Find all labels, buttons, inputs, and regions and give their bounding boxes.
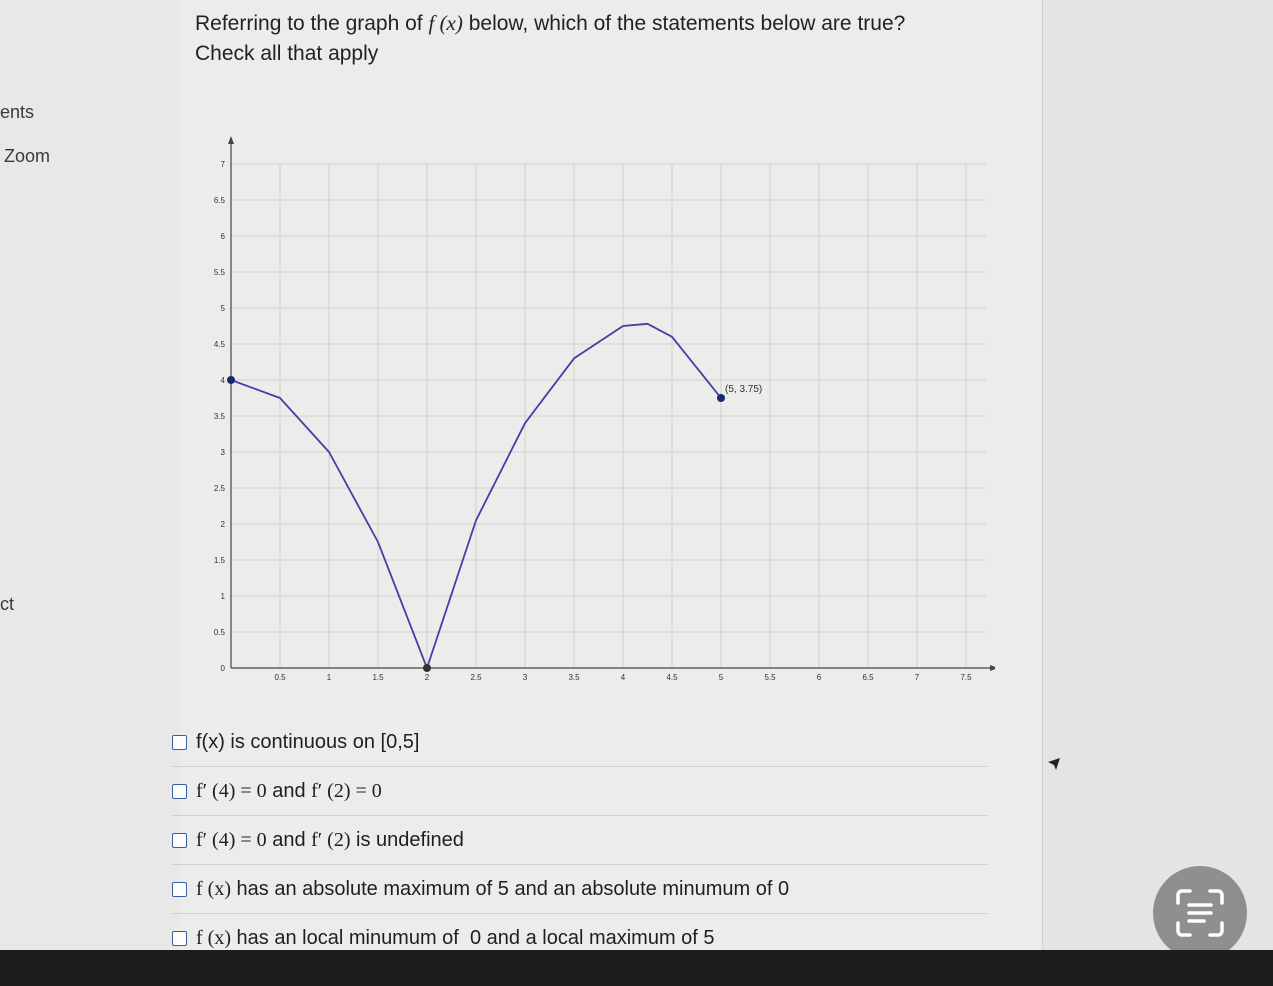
x-tick-label: 5 (719, 673, 724, 682)
fx-symbol: f (x) (428, 11, 463, 35)
option-continuous[interactable]: f(x) is continuous on [0,5] (172, 718, 987, 767)
x-tick-label: 6.5 (862, 673, 874, 682)
data-point (227, 376, 235, 384)
y-tick-label: 1.5 (214, 556, 226, 565)
option-absolute-extrema[interactable]: f (x) has an absolute maximum of 5 and a… (172, 865, 987, 914)
y-tick-label: 5 (221, 304, 226, 313)
y-tick-label: 0 (221, 664, 226, 673)
x-tick-label: 3.5 (568, 673, 580, 682)
question-text: Referring to the graph of f (x) below, w… (195, 8, 905, 69)
y-tick-label: 3 (221, 448, 226, 457)
x-tick-label: 3 (523, 673, 528, 682)
x-tick-label: 1 (327, 673, 332, 682)
x-tick-label: 2 (425, 673, 430, 682)
x-tick-label: 6 (817, 673, 822, 682)
data-point (717, 394, 725, 402)
x-tick-label: 7.5 (960, 673, 972, 682)
x-tick-label: 1.5 (372, 673, 384, 682)
sidebar-item-contents[interactable]: ents (0, 102, 34, 123)
checkbox[interactable] (172, 783, 187, 799)
x-tick-label: 2.5 (470, 673, 482, 682)
option-derivative-undefined[interactable]: f′ (4) = 0 and f′ (2) is undefined (172, 816, 987, 865)
y-tick-label: 2.5 (214, 484, 226, 493)
checkbox[interactable] (172, 832, 187, 848)
checkbox[interactable] (172, 734, 187, 750)
y-axis-arrow (228, 136, 234, 144)
x-tick-label: 0.5 (274, 673, 286, 682)
option-derivatives-zero[interactable]: f′ (4) = 0 and f′ (2) = 0 (172, 767, 987, 816)
graph-of-f: 0.5 1 1.5 2 2.5 3 3.5 4 4.5 5 5.5 6 6.5 7 7.5 0 0.5 1 1.5 2… (214, 136, 995, 682)
sidebar-item-select[interactable]: ct (0, 594, 14, 615)
mouse-cursor-icon (1048, 758, 1060, 770)
bottom-bezel (0, 950, 1273, 986)
y-tick-label: 1 (221, 592, 226, 601)
sidebar-item-zoom[interactable]: Zoom (4, 146, 50, 167)
y-tick-label: 4.5 (214, 340, 226, 349)
scan-text-icon (1176, 889, 1224, 937)
x-tick-label: 4 (621, 673, 626, 682)
x-tick-label: 7 (915, 673, 920, 682)
y-tick-label: 6 (221, 232, 226, 241)
y-tick-label: 3.5 (214, 412, 226, 421)
checkbox[interactable] (172, 930, 187, 946)
left-sidebar: ents Zoom ct (0, 0, 180, 950)
data-point (423, 664, 431, 672)
answer-options: f(x) is continuous on [0,5] f′ (4) = 0 a… (172, 718, 987, 963)
x-tick-label: 5.5 (764, 673, 776, 682)
scan-text-button[interactable] (1153, 866, 1247, 960)
instruction: Check all that apply (195, 42, 379, 65)
y-tick-label: 4 (221, 376, 226, 385)
checkbox[interactable] (172, 881, 187, 897)
y-tick-label: 2 (221, 520, 226, 529)
x-tick-label: 4.5 (666, 673, 678, 682)
y-tick-label: 0.5 (214, 628, 226, 637)
y-tick-label: 7 (221, 160, 226, 169)
x-axis-arrow (990, 665, 995, 671)
y-tick-label: 5.5 (214, 268, 226, 277)
y-tick-label: 6.5 (214, 196, 226, 205)
point-annotation: (5, 3.75) (725, 384, 762, 395)
